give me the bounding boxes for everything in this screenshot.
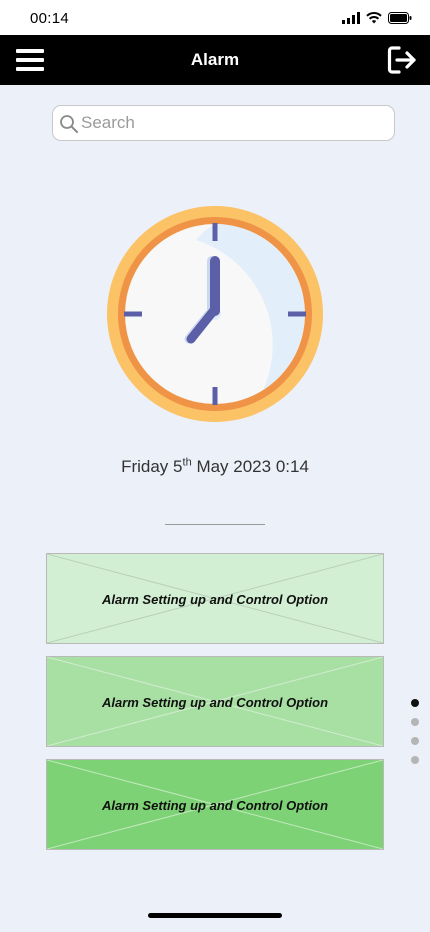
status-icons	[342, 12, 412, 24]
option-label: Alarm Setting up and Control Option	[101, 592, 329, 607]
app-header: Alarm	[0, 35, 430, 85]
page-dot[interactable]	[411, 756, 419, 764]
search-icon	[60, 115, 78, 133]
logout-icon[interactable]	[386, 44, 418, 76]
page-indicator	[411, 699, 421, 775]
date-display: Friday 5th May 2023 0:14	[121, 456, 309, 476]
battery-icon	[388, 12, 412, 24]
alarm-option-card[interactable]: Alarm Setting up and Control Option	[46, 759, 384, 850]
option-label: Alarm Setting up and Control Option	[101, 798, 329, 813]
search-box	[52, 105, 395, 141]
search-input[interactable]	[81, 106, 381, 140]
alarm-option-card[interactable]: Alarm Setting up and Control Option	[46, 656, 384, 747]
status-time: 00:14	[30, 10, 70, 27]
clock-icon	[107, 206, 323, 422]
page-dot[interactable]	[411, 699, 419, 707]
option-label: Alarm Setting up and Control Option	[101, 695, 329, 710]
divider	[165, 524, 265, 525]
home-indicator[interactable]	[148, 913, 282, 918]
alarm-option-card[interactable]: Alarm Setting up and Control Option	[46, 553, 384, 644]
page-title: Alarm	[190, 50, 240, 69]
page-dot[interactable]	[411, 718, 419, 726]
signal-icon	[342, 12, 360, 24]
page-dot[interactable]	[411, 737, 419, 745]
status-bar: 00:14	[0, 0, 430, 35]
wifi-icon	[366, 12, 382, 24]
